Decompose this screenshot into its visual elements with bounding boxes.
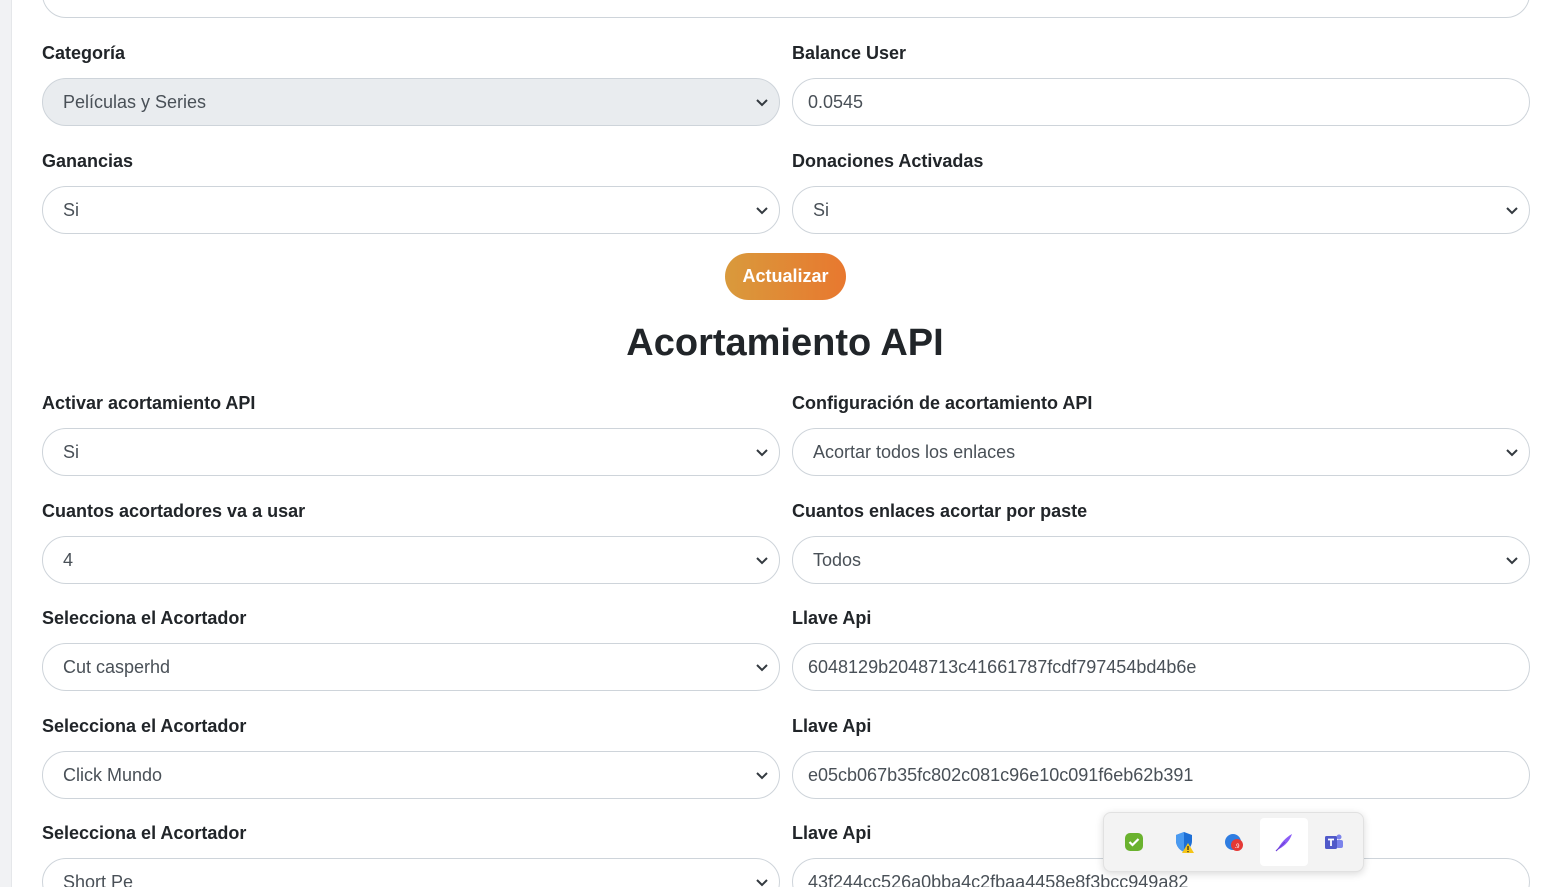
category-label: Categoría [42, 43, 126, 63]
links-per-paste-group: Cuantos enlaces acortar por paste Todos [792, 498, 1530, 584]
earnings-select[interactable]: Si [42, 186, 780, 234]
page-left-edge [0, 0, 12, 887]
api-key-value: 43f244cc526a0bba4c2fbaa4458e8f3bcc949a82 [808, 871, 1189, 887]
security-warning-icon [1176, 832, 1194, 853]
shortener-group: Selecciona el Acortador Short Pe [42, 820, 780, 887]
shortener-value: Cut casperhd [63, 656, 171, 677]
shortener-count-select[interactable]: 4 [42, 536, 780, 584]
chevron-down-icon [1503, 443, 1521, 461]
shortener-group: Selecciona el Acortador Click Mundo [42, 713, 780, 799]
chevron-down-icon [753, 93, 771, 111]
shortener-select[interactable]: Short Pe [42, 858, 780, 887]
donations-group: Donaciones Activadas Si [792, 148, 1530, 234]
api-key-input[interactable]: 6048129b2048713c41661787fcdf797454bd4b6e [792, 643, 1530, 691]
shortener-label: Selecciona el Acortador [42, 608, 247, 628]
api-key-input[interactable]: e05cb067b35fc802c081c96e10c091f6eb62b391 [792, 751, 1530, 799]
shortener-select[interactable]: Click Mundo [42, 751, 780, 799]
balance-value: 0.0545 [808, 91, 864, 112]
chevron-down-icon [753, 201, 771, 219]
api-enable-select[interactable]: Si [42, 428, 780, 476]
category-value: Películas y Series [63, 91, 207, 112]
previous-field[interactable] [42, 0, 1530, 18]
green-shield-check-icon [1125, 833, 1143, 851]
earnings-group: Ganancias Si [42, 148, 780, 234]
api-enable-group: Activar acortamiento API Si [42, 390, 780, 476]
api-enable-value: Si [63, 441, 80, 462]
api-config-value: Acortar todos los enlaces [813, 441, 1016, 462]
tray-item-recorder[interactable]: .9 [1210, 818, 1258, 866]
tray-item-defender[interactable] [1160, 818, 1208, 866]
api-key-label: Llave Api [792, 716, 872, 736]
svg-text:.9: .9 [1234, 844, 1240, 850]
shortener-label: Selecciona el Acortador [42, 716, 247, 736]
tray-item-security[interactable] [1110, 818, 1158, 866]
links-per-paste-label: Cuantos enlaces acortar por paste [792, 501, 1088, 521]
chevron-down-icon [753, 873, 771, 887]
tray-item-teams[interactable] [1310, 818, 1358, 866]
links-per-paste-value: Todos [813, 549, 862, 570]
feather-pen-icon [1275, 834, 1292, 852]
api-key-value: 6048129b2048713c41661787fcdf797454bd4b6e [808, 656, 1197, 677]
api-key-label: Llave Api [792, 608, 872, 628]
update-button[interactable]: Actualizar [725, 253, 846, 300]
shortener-label: Selecciona el Acortador [42, 823, 247, 843]
donations-label: Donaciones Activadas [792, 151, 984, 171]
record-badge-icon: .9 [1225, 834, 1243, 851]
api-enable-label: Activar acortamiento API [42, 393, 256, 413]
chevron-down-icon [753, 443, 771, 461]
chevron-down-icon [753, 658, 771, 676]
balance-group: Balance User 0.0545 [792, 40, 1530, 126]
api-config-group: Configuración de acortamiento API Acorta… [792, 390, 1530, 476]
chevron-down-icon [1503, 551, 1521, 569]
api-key-group: Llave Api 6048129b2048713c41661787fcdf79… [792, 605, 1530, 691]
tray-item-feather[interactable] [1260, 818, 1308, 866]
shortener-count-label: Cuantos acortadores va a usar [42, 501, 306, 521]
donations-select[interactable]: Si [792, 186, 1530, 234]
system-tray-overflow: .9 [1103, 812, 1364, 872]
api-key-group: Llave Api e05cb067b35fc802c081c96e10c091… [792, 713, 1530, 799]
teams-icon [1325, 834, 1343, 849]
api-config-label: Configuración de acortamiento API [792, 393, 1093, 413]
earnings-value: Si [63, 199, 80, 220]
shortener-count-group: Cuantos acortadores va a usar 4 [42, 498, 780, 584]
balance-input[interactable]: 0.0545 [792, 78, 1530, 126]
category-select[interactable]: Películas y Series [42, 78, 780, 126]
links-per-paste-select[interactable]: Todos [792, 536, 1530, 584]
balance-label: Balance User [792, 43, 907, 63]
shortener-value: Short Pe [63, 871, 134, 887]
earnings-label: Ganancias [42, 151, 134, 171]
chevron-down-icon [1503, 201, 1521, 219]
shortener-group: Selecciona el Acortador Cut casperhd [42, 605, 780, 691]
shortener-value: Click Mundo [63, 764, 163, 785]
api-section-title: Acortamiento API [626, 322, 944, 364]
category-group: Categoría Películas y Series [42, 40, 780, 126]
shortener-count-value: 4 [63, 549, 74, 570]
chevron-down-icon [753, 551, 771, 569]
chevron-down-icon [753, 766, 771, 784]
shortener-select[interactable]: Cut casperhd [42, 643, 780, 691]
api-key-value: e05cb067b35fc802c081c96e10c091f6eb62b391 [808, 764, 1194, 785]
api-config-select[interactable]: Acortar todos los enlaces [792, 428, 1530, 476]
donations-value: Si [813, 199, 830, 220]
